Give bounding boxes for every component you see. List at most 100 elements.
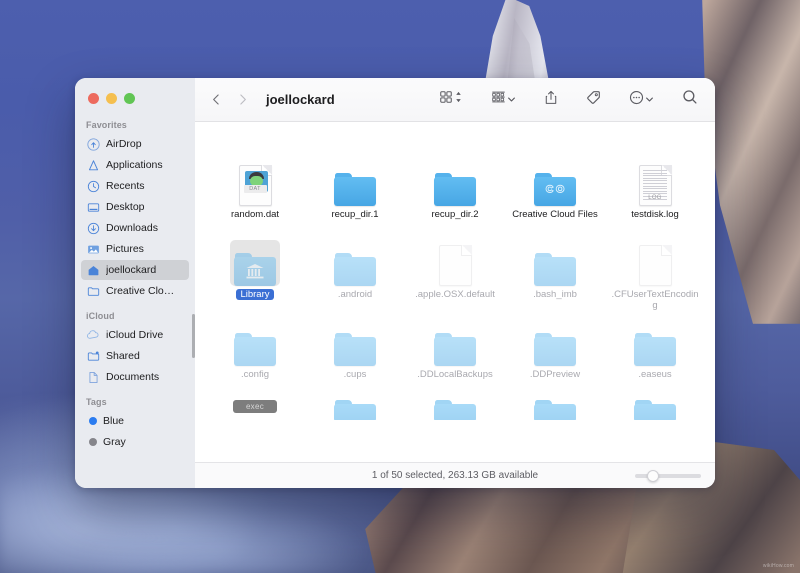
file-item[interactable]: .android	[305, 236, 405, 316]
file-item[interactable]: jagexappletviewer.preferences	[305, 122, 405, 156]
folder-icon	[434, 333, 476, 366]
forward-button[interactable]	[231, 89, 253, 111]
clock-icon	[86, 179, 100, 193]
folder-icon	[634, 333, 676, 366]
tag-icon	[586, 90, 601, 110]
file-item[interactable]: .apple.OSX.default	[405, 236, 505, 316]
sidebar-item-applications[interactable]: Applications	[81, 155, 189, 175]
finder-sidebar: Favorites AirDrop Applications Recents	[75, 78, 195, 488]
pictures-icon	[86, 242, 100, 256]
downloads-icon	[86, 221, 100, 235]
file-item[interactable]: DAT jagex_cl_oldschool_LIVE.dat	[205, 122, 305, 156]
file-icon	[630, 320, 680, 366]
file-label: .DDPreview	[528, 369, 582, 380]
home-icon	[86, 263, 100, 277]
airdrop-icon	[86, 137, 100, 151]
file-item[interactable]: photorec.se2	[605, 122, 705, 156]
search-button[interactable]	[679, 89, 701, 111]
file-item[interactable]: recup_dir.2	[405, 156, 505, 236]
file-grid[interactable]: DAT jagex_cl_oldschool_LIVE.dat jagexapp…	[195, 122, 715, 462]
minimize-window-button[interactable]	[106, 93, 117, 104]
tag-dot-gray-icon	[89, 438, 97, 446]
sidebar-item-label: Blue	[103, 415, 124, 427]
document-icon	[86, 370, 100, 384]
sidebar-item-icloud-drive[interactable]: iCloud Drive	[81, 325, 189, 345]
applications-icon	[86, 158, 100, 172]
file-item[interactable]: .DDLocalBackups	[405, 316, 505, 396]
sidebar-item-shared[interactable]: Shared	[81, 346, 189, 366]
close-window-button[interactable]	[88, 93, 99, 104]
file-icon	[430, 160, 480, 206]
file-icon	[230, 240, 280, 286]
sidebar-item-label: AirDrop	[106, 138, 142, 150]
finder-main-pane: joellockard	[195, 78, 715, 488]
file-item[interactable]: exec	[205, 396, 305, 420]
sidebar-item-label: Pictures	[106, 243, 144, 255]
file-icon	[530, 160, 580, 206]
file-icon	[330, 320, 380, 366]
icon-size-slider[interactable]	[635, 474, 701, 478]
sidebar-item-tag-gray[interactable]: Gray	[81, 432, 189, 452]
file-item[interactable]: .cups	[305, 316, 405, 396]
sidebar-item-joellockard[interactable]: joellockard	[81, 260, 189, 280]
file-icon	[530, 320, 580, 366]
file-label: .CFUserTextEncoding	[609, 289, 701, 311]
file-label: .apple.OSX.default	[413, 289, 497, 300]
file-label: .bash_imb	[531, 289, 579, 300]
cloud-icon	[86, 328, 100, 342]
file-label: .DDLocalBackups	[415, 369, 495, 380]
file-label: testdisk.log	[629, 209, 681, 220]
sidebar-item-tag-blue[interactable]: Blue	[81, 411, 189, 431]
share-button[interactable]	[541, 89, 561, 111]
file-label: .android	[336, 289, 374, 300]
sidebar-item-desktop[interactable]: Desktop	[81, 197, 189, 217]
file-item[interactable]: LOG testdisk.log	[605, 156, 705, 236]
sidebar-item-label: Documents	[106, 371, 159, 383]
sidebar-item-label: joellockard	[106, 264, 156, 276]
sidebar-item-downloads[interactable]: Downloads	[81, 218, 189, 238]
file-item[interactable]: .config	[205, 316, 305, 396]
folder-icon	[334, 253, 376, 286]
file-item[interactable]: DAT random.dat	[205, 156, 305, 236]
file-item[interactable]: .CFUserTextEncoding	[605, 236, 705, 316]
maximize-window-button[interactable]	[124, 93, 135, 104]
folder-icon	[534, 253, 576, 286]
chevron-up-down-icon	[454, 90, 463, 109]
icon-size-slider-knob[interactable]	[647, 470, 659, 482]
file-icon	[330, 400, 380, 420]
tag-button[interactable]	[583, 89, 604, 111]
file-item[interactable]: .DDPreview	[505, 316, 605, 396]
file-item-selected[interactable]: Library	[205, 236, 305, 316]
sidebar-item-creative-cloud[interactable]: Creative Clo…	[81, 281, 189, 301]
grid-view-icon	[439, 90, 453, 109]
sidebar-item-label: Gray	[103, 436, 126, 448]
file-icon	[430, 240, 480, 286]
file-icon	[430, 320, 480, 366]
file-item[interactable]	[605, 396, 705, 420]
file-label: .config	[239, 369, 271, 380]
folder-icon	[334, 173, 376, 206]
sidebar-item-airdrop[interactable]: AirDrop	[81, 134, 189, 154]
sidebar-item-documents[interactable]: Documents	[81, 367, 189, 387]
file-item[interactable]: Pagico Data.pgco	[505, 122, 605, 156]
file-item[interactable]: jagexcache	[405, 122, 505, 156]
more-actions-button[interactable]	[626, 89, 657, 111]
sidebar-item-label: Recents	[106, 180, 145, 192]
file-icon: LOG	[630, 160, 680, 206]
back-button[interactable]	[205, 89, 227, 111]
group-by-button[interactable]	[488, 89, 519, 111]
view-mode-button[interactable]	[436, 89, 466, 111]
file-item[interactable]	[305, 396, 405, 420]
file-item[interactable]: .bash_imb	[505, 236, 605, 316]
file-item[interactable]	[505, 396, 605, 420]
sidebar-item-recents[interactable]: Recents	[81, 176, 189, 196]
sidebar-item-pictures[interactable]: Pictures	[81, 239, 189, 259]
file-label: Library	[236, 289, 273, 300]
file-item[interactable]	[405, 396, 505, 420]
file-label: recup_dir.1	[329, 209, 380, 220]
search-icon	[682, 89, 698, 110]
file-item[interactable]: Creative Cloud Files	[505, 156, 605, 236]
file-item[interactable]: recup_dir.1	[305, 156, 405, 236]
file-item[interactable]: .easeus	[605, 316, 705, 396]
sidebar-group-icloud: iCloud	[75, 302, 195, 324]
